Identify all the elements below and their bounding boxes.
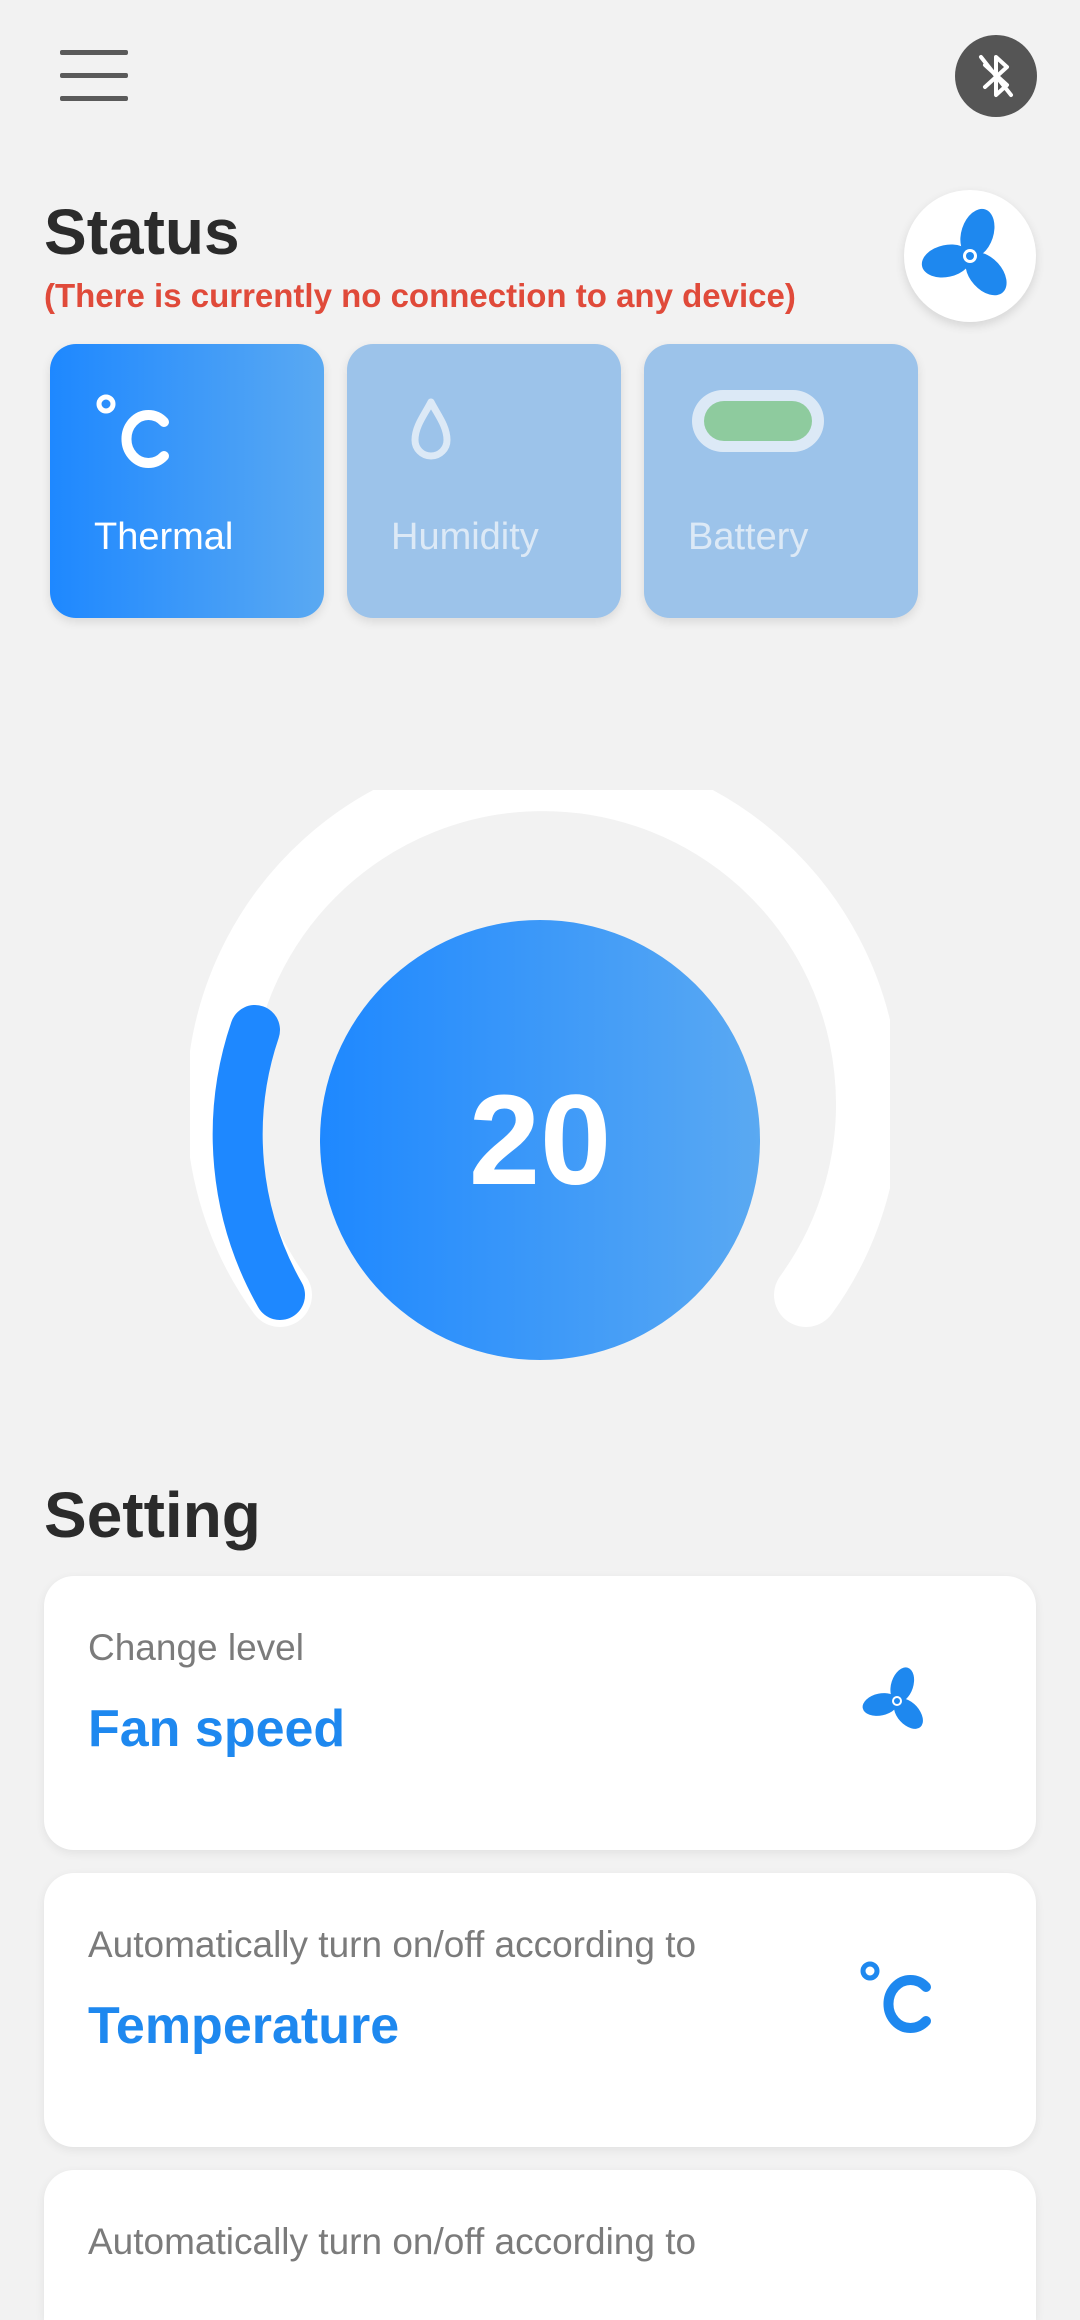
setting-subtitle: Automatically turn on/off according to [88,2221,697,2262]
fan-icon [862,1667,923,1729]
status-card-humidity[interactable]: Humidity [347,344,621,618]
connection-status-message: (There is currently no connection to any… [44,277,796,314]
battery-icon [692,390,824,452]
status-card-thermal[interactable]: Thermal [50,344,324,618]
setting-subtitle: Change level [88,1627,304,1668]
celsius-icon [96,394,169,468]
status-card-label: Humidity [391,516,539,558]
fan-icon[interactable] [904,190,1036,322]
bluetooth-disabled-icon[interactable] [955,35,1037,117]
status-card-label: Battery [688,516,809,558]
fan-speed-setting[interactable]: Change level Fan speed [44,1576,1036,1850]
setting-subtitle: Automatically turn on/off according to [88,1924,697,1965]
hamburger-menu-icon[interactable] [60,46,130,106]
status-card-label: Thermal [94,516,234,558]
temperature-setting[interactable]: Automatically turn on/off according to T… [44,1873,1036,2147]
status-card-battery[interactable]: Battery [644,344,918,618]
celsius-icon [860,1961,931,2033]
setting-title-fan-speed: Fan speed [88,1700,346,1758]
setting-title: Setting [44,1479,261,1551]
status-title: Status [44,196,240,268]
auto-setting-card[interactable]: Automatically turn on/off according to [44,2170,1036,2320]
water-drop-icon [411,398,451,460]
setting-title-temperature: Temperature [88,1997,400,2055]
dial-value: 20 [320,920,760,1360]
